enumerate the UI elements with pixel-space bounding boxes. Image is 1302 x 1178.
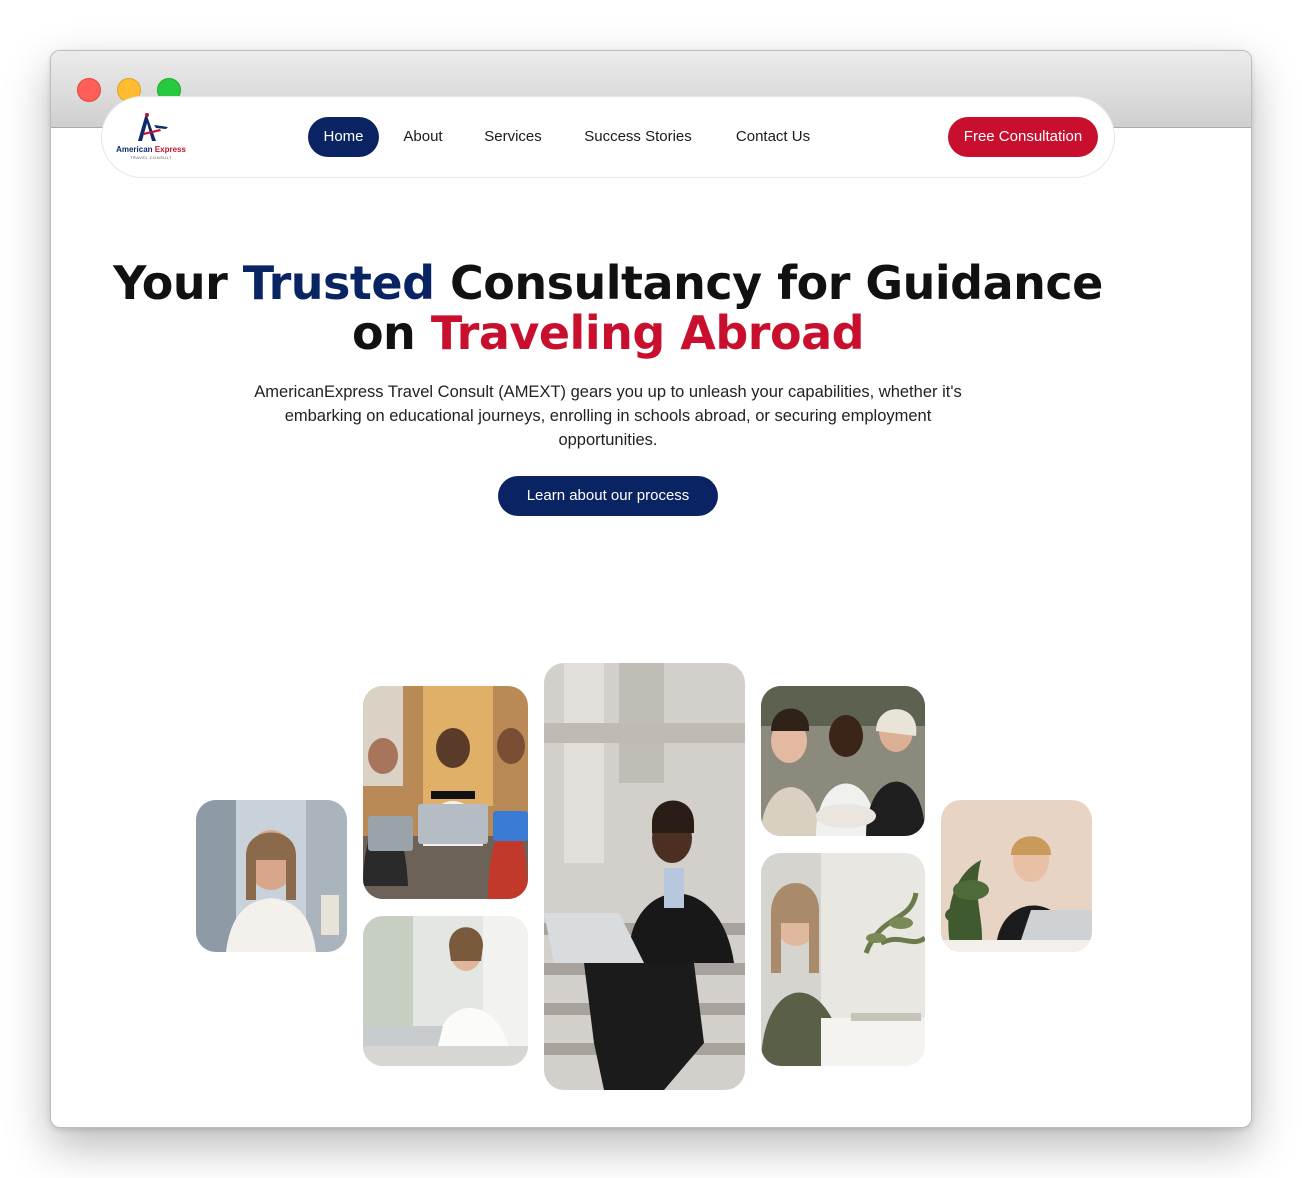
hero-description: AmericanExpress Travel Consult (AMEXT) g… [254,383,962,449]
nav-item-services[interactable]: Services [474,117,552,157]
woman-on-phone-photo [196,800,347,952]
close-window-button[interactable] [77,78,101,102]
nav-item-contact-us[interactable]: Contact Us [722,117,824,157]
hero-title-highlight-traveling: Traveling Abroad [430,306,865,360]
learn-process-button[interactable]: Learn about our process [498,476,718,516]
logo-wordmark: American Express [116,145,186,154]
site-logo[interactable]: American Express TRAVEL CONSULT [116,111,186,163]
free-consultation-button[interactable]: Free Consultation [948,117,1098,157]
students-with-laptops-photo [363,686,528,899]
nav-item-home[interactable]: Home [308,117,379,157]
man-on-steps-with-laptop-photo [544,663,745,1090]
hero-title: Your Trusted Consultancy for Guidance on… [113,256,1103,360]
woman-smiling-at-laptop-photo [941,800,1092,952]
nav-item-success-stories[interactable]: Success Stories [573,117,703,157]
logo-tagline: TRAVEL CONSULT [129,155,173,160]
hero-title-highlight-trusted: Trusted [242,256,435,310]
nav-item-about[interactable]: About [393,117,453,157]
woman-laughing-at-laptop-photo [363,916,528,1066]
airplane-logo-icon [138,113,168,141]
women-looking-at-phone-photo [761,686,925,836]
woman-writing-notes-photo [761,853,925,1066]
site-navbar: American Express TRAVEL CONSULT Home Abo… [101,96,1115,178]
